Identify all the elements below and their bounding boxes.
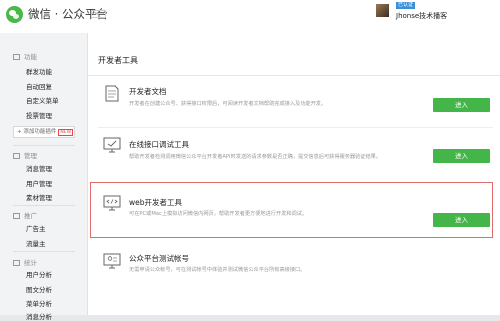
account-name[interactable]: Jhonse技术播客 [396,11,447,21]
sidebar-item-custom-menu[interactable]: 自定义菜单 [26,95,59,105]
main-panel: 开发者工具 开发者文档 开发者在创建公众号、获得接口权限后，可阅读开发者文档帮助… [88,33,500,315]
sidebar-item-users[interactable]: 用户管理 [26,178,52,188]
card-title: 开发者文档 [129,87,167,96]
wechat-logo-icon[interactable] [6,6,23,23]
sidebar-item-article-analysis[interactable]: 图文分析 [26,284,52,294]
card-title: 公众平台测试帐号 [129,254,189,263]
add-plugin-button[interactable]: + 添加功能插件 NEW [13,126,75,138]
document-icon [105,85,119,102]
sidebar-item-publisher[interactable]: 流量主 [26,238,46,248]
sidebar-divider [13,205,75,206]
megaphone-icon [13,213,20,219]
top-bar: 微信 · 公众平台 beta 已认证 Jhonse技术播客 [0,0,500,34]
sidebar-item-user-analysis[interactable]: 用户分析 [26,269,52,279]
test-account-icon [103,253,121,269]
grid-icon [13,54,20,60]
sidebar: 功能 群发功能 自动回复 自定义菜单 投票管理 + 添加功能插件 NEW 管理 消… [0,33,88,321]
enter-button[interactable]: 进入 [433,149,490,163]
card-title: 在线接口调试工具 [129,140,189,149]
sidebar-item-vote[interactable]: 投票管理 [26,110,52,120]
chart-icon [13,260,20,266]
sidebar-divider [13,251,75,252]
sidebar-item-advertiser[interactable]: 广告主 [26,223,46,233]
enter-button[interactable]: 进入 [433,98,490,112]
sidebar-section-promote: 推广 [13,210,37,220]
debug-monitor-icon [103,137,121,153]
card-description: 可在PC或Mac上模拟访问微信内网页，帮助开发者更方便地进行开发和调试。 [129,211,308,217]
card-title: web开发者工具 [129,198,183,207]
verified-badge: 已认证 [396,2,416,9]
sidebar-item-auto-reply[interactable]: 自动回复 [26,81,52,91]
code-monitor-icon [103,195,121,211]
card-online-debug-tool: 在线接口调试工具 帮助开发者检测调用微信公众平台开发者API时发送的请求参数是否… [90,129,493,181]
card-web-developer-tool: web开发者工具 可在PC或Mac上模拟访问微信内网页，帮助开发者更方便地进行开… [90,182,493,238]
sidebar-item-messages[interactable]: 消息管理 [26,163,52,173]
card-divider [98,127,493,128]
folder-icon [13,153,20,159]
sidebar-section-manage: 管理 [13,150,37,160]
sidebar-section-stats: 统计 [13,257,37,267]
beta-badge: beta [91,10,107,18]
sidebar-item-materials[interactable]: 素材管理 [26,192,52,202]
page-title: 开发者工具 [98,56,138,65]
sidebar-item-menu-analysis[interactable]: 菜单分析 [26,298,52,308]
avatar[interactable] [376,4,389,17]
card-developer-docs: 开发者文档 开发者在创建公众号、获得接口权限后，可阅读开发者文档帮助完成接入及功… [90,76,493,128]
card-description: 开发者在创建公众号、获得接口权限后，可阅读开发者文档帮助完成接入及功能开发。 [129,101,327,107]
sidebar-item-message-analysis[interactable]: 消息分析 [26,311,52,321]
sidebar-divider [13,145,75,146]
card-description: 帮助开发者检测调用微信公众平台开发者API时发送的请求参数是否正确，提交信息后可… [129,154,382,160]
enter-button[interactable]: 进入 [433,213,490,227]
card-test-account: 公众平台测试帐号 无需申请公众帐号，可在测试帐号中体验并测试微信公众平台所有高级… [90,239,493,291]
sidebar-item-mass-send[interactable]: 群发功能 [26,66,52,76]
card-description: 无需申请公众帐号，可在测试帐号中体验并测试微信公众平台所有高级接口。 [129,267,306,273]
new-badge: NEW [58,129,74,136]
sidebar-section-function: 功能 [13,51,37,61]
